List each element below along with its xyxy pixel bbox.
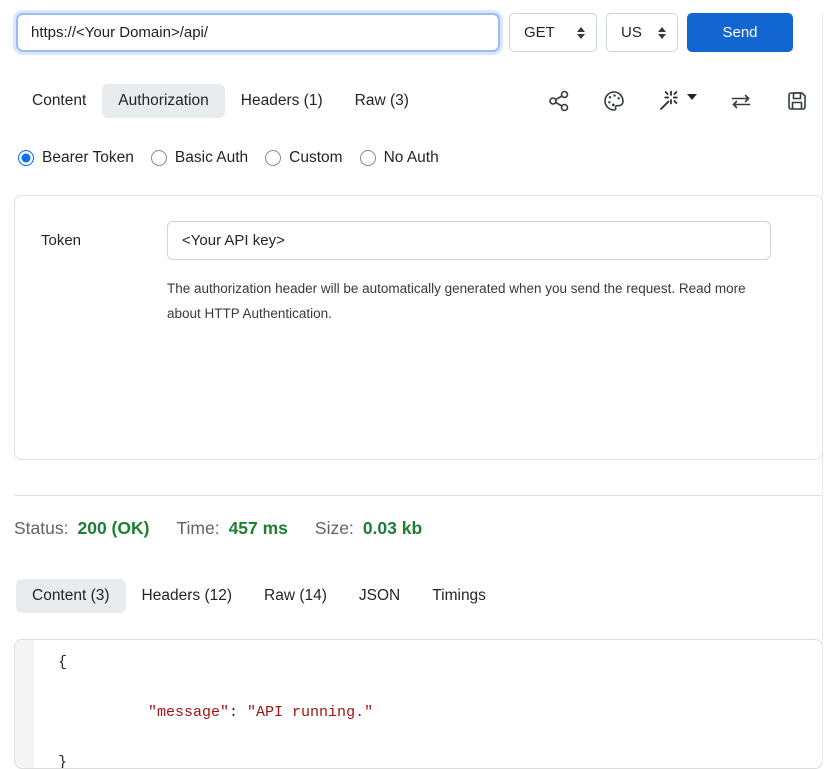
region-select[interactable]: US bbox=[606, 13, 678, 52]
status-label: Status: bbox=[14, 518, 68, 539]
json-close-brace: } bbox=[58, 750, 373, 769]
request-tabs: Content Authorization Headers (1) Raw (3… bbox=[16, 84, 821, 118]
radio-unchecked-icon bbox=[265, 150, 281, 166]
radio-no-auth-label: No Auth bbox=[384, 149, 439, 167]
tab-headers[interactable]: Headers (1) bbox=[225, 84, 339, 118]
status-value: 200 (OK) bbox=[77, 518, 149, 539]
token-helper-text: The authorization header will be automat… bbox=[167, 276, 746, 326]
share-icon[interactable] bbox=[547, 89, 571, 113]
json-key: "message" bbox=[148, 704, 229, 721]
request-bar: GET US Send bbox=[16, 13, 837, 52]
select-arrows-icon bbox=[658, 27, 666, 39]
token-label: Token bbox=[41, 232, 81, 249]
save-icon[interactable] bbox=[785, 89, 809, 113]
token-helper-line2: about HTTP Authentication. bbox=[167, 301, 746, 326]
size-pair: Size: 0.03 kb bbox=[315, 518, 422, 539]
method-select-value: GET bbox=[524, 24, 555, 41]
radio-unchecked-icon bbox=[151, 150, 167, 166]
tab-raw[interactable]: Raw (3) bbox=[339, 84, 425, 118]
radio-custom[interactable]: Custom bbox=[265, 149, 342, 167]
json-value: "API running." bbox=[247, 704, 373, 721]
radio-bearer-token-label: Bearer Token bbox=[42, 149, 134, 167]
response-json-content: { "message": "API running." } bbox=[34, 640, 373, 768]
radio-checked-icon bbox=[18, 150, 34, 166]
radio-unchecked-icon bbox=[360, 150, 376, 166]
radio-basic-auth-label: Basic Auth bbox=[175, 149, 248, 167]
method-select[interactable]: GET bbox=[509, 13, 597, 52]
time-value: 457 ms bbox=[229, 518, 288, 539]
select-arrows-icon bbox=[577, 27, 585, 39]
radio-basic-auth[interactable]: Basic Auth bbox=[151, 149, 248, 167]
section-divider bbox=[14, 495, 823, 496]
palette-icon[interactable] bbox=[602, 89, 626, 113]
chevron-down-icon bbox=[687, 94, 697, 100]
auth-type-options: Bearer Token Basic Auth Custom No Auth bbox=[18, 149, 837, 167]
token-helper-line1: The authorization header will be automat… bbox=[167, 276, 746, 301]
send-button[interactable]: Send bbox=[687, 13, 793, 52]
tab-response-content[interactable]: Content (3) bbox=[16, 579, 126, 613]
url-input[interactable] bbox=[16, 13, 500, 52]
region-select-value: US bbox=[621, 24, 642, 41]
tab-response-json[interactable]: JSON bbox=[343, 579, 416, 613]
tab-response-raw[interactable]: Raw (14) bbox=[248, 579, 343, 613]
response-summary: Status: 200 (OK) Time: 457 ms Size: 0.03… bbox=[14, 518, 837, 539]
magic-wand-icon[interactable] bbox=[657, 89, 697, 113]
swap-arrows-icon[interactable] bbox=[728, 89, 754, 113]
request-toolbar bbox=[547, 89, 821, 113]
response-tabs: Content (3) Headers (12) Raw (14) JSON T… bbox=[16, 579, 821, 613]
time-pair: Time: 457 ms bbox=[176, 518, 287, 539]
code-gutter bbox=[15, 640, 34, 768]
time-label: Time: bbox=[176, 518, 219, 539]
json-message-line: "message": "API running." bbox=[58, 675, 373, 750]
radio-bearer-token[interactable]: Bearer Token bbox=[18, 149, 134, 167]
json-open-brace: { bbox=[58, 650, 373, 675]
auth-panel: Token The authorization header will be a… bbox=[14, 195, 823, 460]
token-input[interactable] bbox=[167, 221, 771, 260]
radio-no-auth[interactable]: No Auth bbox=[360, 149, 439, 167]
status-pair: Status: 200 (OK) bbox=[14, 518, 149, 539]
tab-response-headers[interactable]: Headers (12) bbox=[126, 579, 248, 613]
tab-response-timings[interactable]: Timings bbox=[416, 579, 502, 613]
tab-content[interactable]: Content bbox=[16, 84, 102, 118]
radio-custom-label: Custom bbox=[289, 149, 342, 167]
size-value: 0.03 kb bbox=[363, 518, 422, 539]
size-label: Size: bbox=[315, 518, 354, 539]
tab-authorization[interactable]: Authorization bbox=[102, 84, 224, 118]
json-separator: : bbox=[229, 704, 247, 721]
